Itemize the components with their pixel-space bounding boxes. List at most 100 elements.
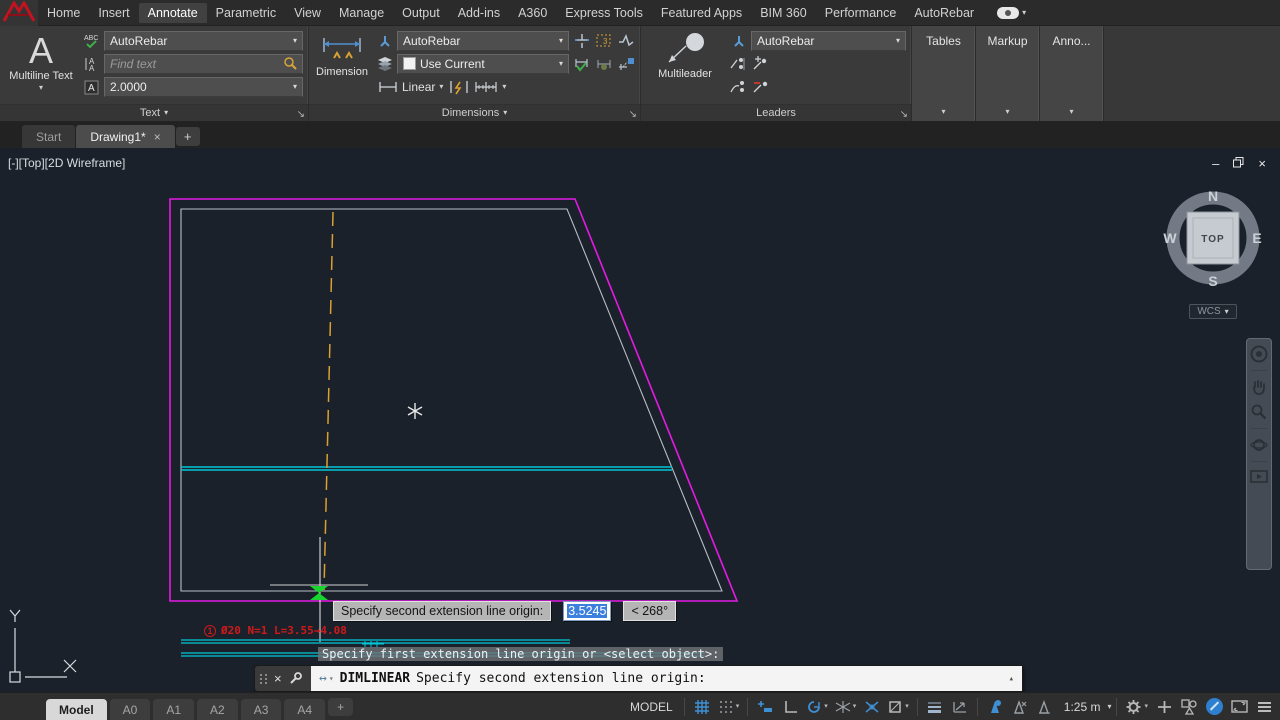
model-space-button[interactable]: MODEL [624,700,679,714]
layout-tab-a1[interactable]: A1 [153,699,195,720]
tab-featured-apps[interactable]: Featured Apps [652,3,751,23]
navigation-bar[interactable] [1246,338,1272,570]
customize-wrench-icon[interactable] [288,671,302,686]
centerline-dashed[interactable] [323,211,334,591]
tab-autorebar[interactable]: AutoRebar [905,3,983,23]
tab-home[interactable]: Home [38,3,89,23]
check-spelling-icon[interactable]: ABC [82,31,101,50]
inner-edge-polyline[interactable] [180,208,723,592]
grid-toggle[interactable] [690,695,714,719]
file-tab-drawing1[interactable]: Drawing1* × [76,125,175,148]
pan-icon[interactable] [1250,378,1268,396]
dynamic-input-icon[interactable]: ↔ ▾ [319,671,334,686]
layout-tab-a4[interactable]: A4 [284,699,326,720]
close-icon[interactable]: × [1258,156,1266,171]
file-tab-start[interactable]: Start [22,125,76,148]
layout-tab-a0[interactable]: A0 [109,699,151,720]
multiline-text-button[interactable]: A Multiline Text ▾ [5,30,77,104]
recent-commands-icon[interactable]: ▴ [1009,674,1014,684]
close-icon[interactable]: × [274,671,282,686]
tab-output[interactable]: Output [393,3,449,23]
navigation-wheel-icon[interactable] [1250,345,1268,363]
dim-reassociate-icon[interactable] [616,54,635,73]
object-snap-toggle[interactable]: ▾ [885,695,912,719]
compass-south[interactable]: S [1208,273,1217,289]
annotation-autoscale-toggle[interactable] [1008,695,1032,719]
dim-override-icon[interactable] [594,54,613,73]
compass-west[interactable]: W [1163,230,1177,246]
tab-annotate[interactable]: Annotate [138,2,207,23]
tab-view[interactable]: View [285,3,330,23]
tab-express-tools[interactable]: Express Tools [556,3,652,23]
annotation-visibility-toggle[interactable] [983,695,1007,719]
annotation-monitor-toggle[interactable] [1152,695,1176,719]
tab-insert[interactable]: Insert [89,3,138,23]
rebar-annotation-label[interactable]: 1 Ø20 N=1 L=3.55→4.08 [204,624,347,637]
dim-adjust-space-icon[interactable]: 3 [594,31,613,50]
annotation-scale-value[interactable]: 1:25 m [1058,700,1107,714]
search-icon[interactable] [283,56,297,72]
multileader-button[interactable]: Multileader [646,30,724,104]
continue-dimension-button[interactable]: ▾ [471,76,509,97]
quick-dimension-icon[interactable] [449,77,469,96]
workspace-switching[interactable]: ▾ [1122,695,1151,719]
command-input[interactable]: ↔ ▾ DIMLINEAR Specify second extension li… [311,666,1022,691]
dim-layer-dropdown[interactable]: Use Current ▾ [397,53,569,74]
snap-grid-toggle[interactable]: ▾ [715,695,743,719]
find-text-input[interactable]: Find text [104,53,303,74]
tab-addins[interactable]: Add-ins [449,3,509,23]
annotation-scale-button[interactable] [1033,695,1057,719]
command-line[interactable]: × ↔ ▾ DIMLINEAR Specify second extension … [255,666,1022,691]
tab-manage[interactable]: Manage [330,3,393,23]
dim-jogged-icon[interactable] [616,31,635,50]
graphics-performance-toggle[interactable] [1202,695,1226,719]
leader-remove-icon[interactable] [751,77,770,96]
dialog-launcher-icon[interactable]: ↘ [629,110,637,120]
chevron-down-icon[interactable]: ▾ [736,703,740,710]
isodraft-toggle[interactable]: ▾ [832,695,860,719]
viewport-controls-label[interactable]: [-][Top][2D Wireframe] [8,156,125,170]
close-icon[interactable]: × [154,130,161,144]
ortho-toggle[interactable] [778,695,802,719]
showmotion-icon[interactable] [1250,469,1268,485]
ribbon-display-toggle[interactable]: ▾ [997,6,1026,19]
tab-parametric[interactable]: Parametric [207,3,285,23]
layout-tab-a2[interactable]: A2 [197,699,238,720]
selection-cycling-toggle[interactable] [948,695,972,719]
chevron-down-icon[interactable]: ▾ [853,703,857,710]
linear-dimension-button[interactable]: Linear ▾ [375,76,446,97]
text-style-dropdown[interactable]: AutoRebar ▾ [104,30,303,51]
polar-tracking-toggle[interactable]: ▾ [803,695,831,719]
zoom-icon[interactable] [1250,403,1268,421]
dimension-button[interactable]: Dimension [314,30,370,104]
mleader-style-dropdown[interactable]: AutoRebar ▾ [751,30,906,51]
snap-mode-toggle[interactable] [753,695,777,719]
panel-text-footer[interactable]: Text ▾ ↘ [0,104,308,121]
tab-bim360[interactable]: BIM 360 [751,3,816,23]
orbit-icon[interactable] [1250,436,1268,454]
tab-a360[interactable]: A360 [509,3,556,23]
drag-handle[interactable] [260,673,268,684]
chevron-down-icon[interactable]: ▾ [824,703,828,710]
new-drawing-button[interactable]: + [175,127,200,146]
panel-markup[interactable]: Markup ▾ [976,26,1040,121]
customization-button[interactable] [1252,695,1276,719]
dim-update-icon[interactable] [572,54,591,73]
dynamic-input-angle-field[interactable]: < 268° [623,601,677,621]
isolate-objects-button[interactable] [1177,695,1201,719]
layout-tab-a3[interactable]: A3 [240,699,282,720]
layout-tab-model[interactable]: Model [46,699,107,720]
panel-leaders-footer[interactable]: Leaders ↘ [641,104,911,121]
lineweight-toggle[interactable] [923,695,947,719]
chevron-down-icon[interactable]: ▾ [1144,703,1148,710]
object-snap-tracking-toggle[interactable] [860,695,884,719]
viewcube[interactable]: TOP N W E S [1163,188,1261,289]
dim-style-dropdown[interactable]: AutoRebar ▾ [397,30,569,51]
new-layout-button[interactable]: + [328,697,354,716]
dynamic-input-value-field[interactable]: 3.5245 [563,601,612,621]
wcs-dropdown[interactable]: WCS ▾ [1189,304,1237,319]
panel-tables[interactable]: Tables ▾ [912,26,976,121]
compass-north[interactable]: N [1208,188,1218,204]
dialog-launcher-icon[interactable]: ↘ [900,110,908,120]
clean-screen-button[interactable] [1227,695,1251,719]
